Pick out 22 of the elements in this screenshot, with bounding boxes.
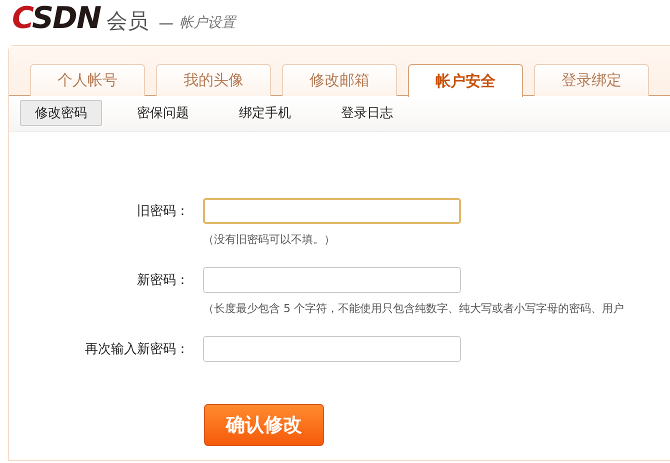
subtab[interactable]: 绑定手机 — [224, 100, 306, 126]
page-title: 帐户设置 — [180, 14, 236, 33]
password-field[interactable] — [203, 336, 461, 362]
password-field[interactable] — [203, 198, 461, 224]
title-separator: — — [158, 13, 174, 34]
field-hint: （没有旧密码可以不填。） — [203, 232, 336, 247]
field-label: 新密码： — [137, 272, 189, 289]
tab[interactable]: 修改邮箱 — [282, 64, 397, 96]
field-label: 再次输入新密码： — [85, 341, 189, 358]
field-hint: （长度最少包含 5 个字符，不能使用只包含纯数字、纯大写或者小写字母的密码、用户 — [203, 301, 625, 316]
csdn-logo: CSDN — [12, 4, 101, 34]
subtab[interactable]: 密保问题 — [122, 100, 204, 126]
product-name: 会员 — [106, 8, 149, 34]
field-label: 旧密码： — [137, 203, 189, 220]
tab[interactable]: 个人帐号 — [30, 64, 145, 96]
subtab[interactable]: 修改密码 — [20, 100, 102, 126]
confirm-button[interactable]: 确认修改 — [204, 404, 324, 446]
password-field[interactable] — [203, 267, 461, 293]
tab[interactable]: 登录绑定 — [534, 64, 649, 96]
subtab[interactable]: 登录日志 — [326, 100, 408, 126]
tab[interactable]: 我的头像 — [156, 64, 271, 96]
tab[interactable]: 帐户安全 — [408, 64, 523, 97]
